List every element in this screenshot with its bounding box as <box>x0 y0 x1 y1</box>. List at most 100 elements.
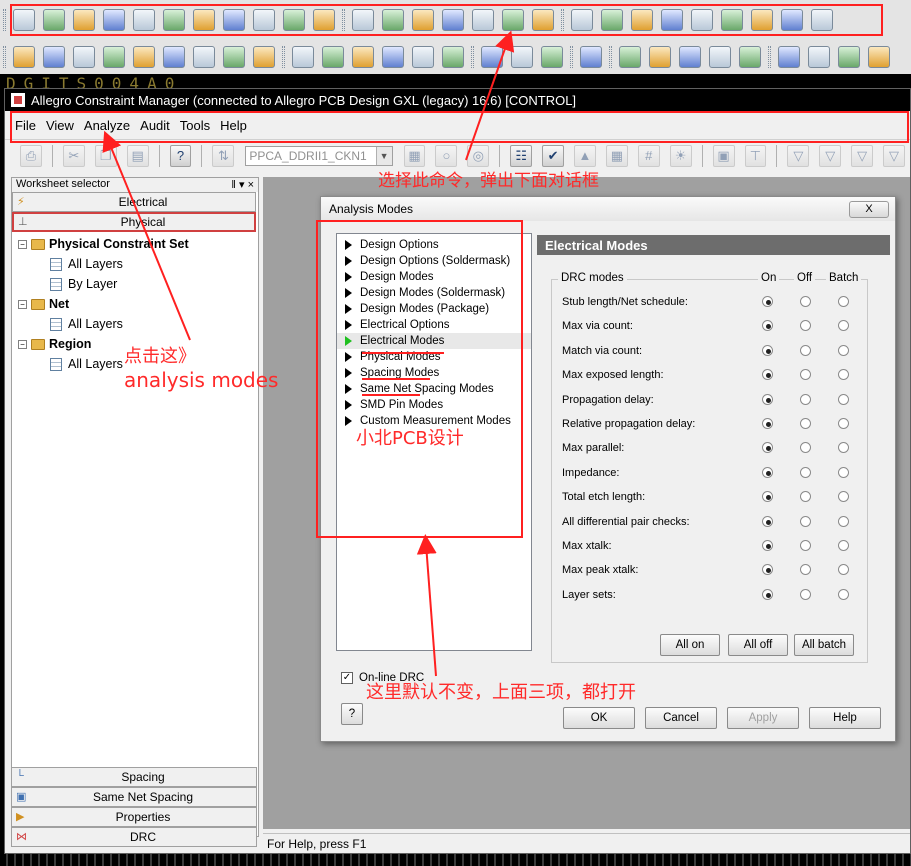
radio-batch[interactable] <box>838 344 849 356</box>
pin-icon[interactable] <box>511 46 533 68</box>
filter-clear-icon[interactable]: ▽ <box>883 144 905 167</box>
radio-on[interactable] <box>762 515 773 527</box>
radio-batch[interactable] <box>838 588 849 600</box>
filter-icon[interactable]: ▽ <box>787 144 810 167</box>
schematic-icon[interactable]: ▲ <box>574 144 596 167</box>
report-icon[interactable] <box>619 46 641 68</box>
delete-icon[interactable] <box>253 46 275 68</box>
tree-item[interactable]: − Physical Constraint Set <box>12 234 258 254</box>
report-icon[interactable] <box>679 46 701 68</box>
tree-item[interactable]: − Net <box>12 294 258 314</box>
tab-electrical[interactable]: ⚡ Electrical <box>12 192 256 212</box>
report-icon[interactable] <box>709 46 731 68</box>
camera-icon[interactable] <box>382 46 404 68</box>
window-icon[interactable]: ▣ <box>712 144 735 167</box>
radio-off[interactable] <box>800 466 811 478</box>
grid-pad-icon[interactable] <box>541 46 563 68</box>
paste-icon[interactable]: ▤ <box>126 144 149 167</box>
net-icon[interactable]: ⇅ <box>212 144 235 167</box>
apply-button[interactable]: Apply <box>727 707 799 729</box>
cut-icon[interactable]: ✂ <box>62 144 85 167</box>
pin-pair-icon[interactable]: ○ <box>435 144 458 167</box>
odb-icon[interactable] <box>292 46 314 68</box>
route-icon[interactable] <box>481 46 503 68</box>
tab-physical[interactable]: ⊥ Physical <box>12 212 256 232</box>
radio-on[interactable] <box>762 588 773 600</box>
tree-item[interactable]: By Layer <box>12 274 258 294</box>
close-button[interactable]: X <box>849 200 889 218</box>
mail-icon[interactable] <box>838 46 860 68</box>
tree-item[interactable]: All Layers <box>12 254 258 274</box>
check-icon[interactable] <box>739 46 761 68</box>
chevron-down-icon[interactable]: ▼ <box>375 146 392 165</box>
radio-off[interactable] <box>800 296 811 307</box>
shape-icon[interactable] <box>13 46 35 68</box>
xnet-icon[interactable]: ◎ <box>467 144 490 167</box>
bus-icon[interactable]: ▦ <box>403 144 426 167</box>
radio-batch[interactable] <box>838 540 849 551</box>
panel-controls-icon[interactable]: ‖ ▾ × <box>231 178 254 192</box>
collapse-icon[interactable]: − <box>18 239 27 249</box>
print-icon[interactable]: ⎙ <box>20 144 42 167</box>
cross-section-icon[interactable] <box>322 46 344 68</box>
cancel-button[interactable]: Cancel <box>645 707 717 729</box>
analyze-icon[interactable]: ✔ <box>542 144 565 167</box>
radio-off[interactable] <box>800 540 811 551</box>
radio-on[interactable] <box>762 393 773 405</box>
radio-on[interactable] <box>762 540 773 551</box>
radio-off[interactable] <box>800 588 811 600</box>
radio-batch[interactable] <box>838 393 849 405</box>
report-icon[interactable] <box>649 46 671 68</box>
square-icon[interactable] <box>193 46 215 68</box>
net-selector-combo[interactable]: PPCA_DDRII1_CKN1 ▼ <box>245 145 393 166</box>
box-icon[interactable] <box>103 46 125 68</box>
all-on-button[interactable]: All on <box>660 634 720 656</box>
radio-batch[interactable] <box>838 418 849 429</box>
tab-properties[interactable]: ▶ Properties <box>11 807 257 827</box>
film-icon[interactable] <box>352 46 374 68</box>
radio-on[interactable] <box>762 466 773 478</box>
radio-off[interactable] <box>800 515 811 527</box>
copy-icon[interactable]: ❐ <box>94 144 117 167</box>
help-button[interactable]: Help <box>809 707 881 729</box>
label-icon[interactable] <box>412 46 434 68</box>
tree-item[interactable]: All Layers <box>12 314 258 334</box>
ok-button[interactable]: OK <box>563 707 635 729</box>
grid-icon[interactable]: ▦ <box>605 144 628 167</box>
online-drc-check[interactable]: ✓ <box>341 672 353 684</box>
all-batch-button[interactable]: All batch <box>794 634 854 656</box>
help-icon[interactable] <box>868 46 890 68</box>
radio-batch[interactable] <box>838 515 849 527</box>
tab-same-net-spacing[interactable]: ▣ Same Net Spacing <box>11 787 257 807</box>
help-icon[interactable]: ? <box>169 144 192 167</box>
box-icon[interactable] <box>133 46 155 68</box>
tab-drc[interactable]: ⋈ DRC <box>11 827 257 847</box>
all-off-button[interactable]: All off <box>728 634 788 656</box>
radio-batch[interactable] <box>838 466 849 478</box>
window-icon[interactable] <box>778 46 800 68</box>
sun-icon[interactable]: ☀ <box>669 144 692 167</box>
tab-spacing[interactable]: └ Spacing <box>11 767 257 787</box>
square-icon[interactable] <box>223 46 245 68</box>
filter-remove-icon[interactable]: ▽ <box>851 144 874 167</box>
comp-icon[interactable] <box>442 46 464 68</box>
circle-icon[interactable] <box>43 46 65 68</box>
radio-on[interactable] <box>762 418 773 429</box>
radio-batch[interactable] <box>838 296 849 307</box>
filter-add-icon[interactable]: ▽ <box>819 144 842 167</box>
select-icon[interactable] <box>73 46 95 68</box>
collapse-icon[interactable]: − <box>18 339 27 349</box>
context-help-button[interactable]: ? <box>341 703 363 725</box>
collapse-icon[interactable]: − <box>18 299 27 309</box>
radio-off[interactable] <box>800 344 811 356</box>
square-icon[interactable] <box>163 46 185 68</box>
link-icon[interactable]: ⊤ <box>744 144 767 167</box>
wave-icon[interactable] <box>580 46 602 68</box>
radio-on[interactable] <box>762 344 773 356</box>
radio-off[interactable] <box>800 393 811 405</box>
analysis-modes-icon[interactable]: ☷ <box>510 144 533 167</box>
radio-off[interactable] <box>800 418 811 429</box>
matrix-icon[interactable]: # <box>637 144 660 167</box>
radio-on[interactable] <box>762 296 773 307</box>
dock-icon[interactable] <box>808 46 830 68</box>
